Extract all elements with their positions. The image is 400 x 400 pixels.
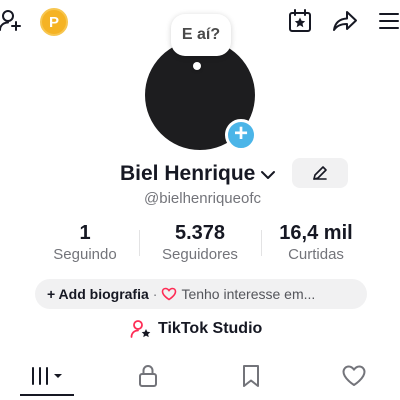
likes-label: Curtidas: [288, 246, 344, 263]
bookmark-icon: [243, 365, 259, 387]
bio-pill[interactable]: + Add biografia · Tenho interesse em...: [35, 279, 367, 309]
coin-label: P: [48, 13, 59, 31]
coin-icon[interactable]: P: [40, 8, 68, 36]
tiktok-studio-link[interactable]: TikTok Studio: [130, 318, 262, 340]
heart-outline-icon: [162, 287, 177, 301]
active-tab-indicator: [20, 394, 74, 396]
share-icon[interactable]: [330, 6, 360, 36]
tab-private[interactable]: [126, 362, 170, 390]
note-text: E aí?: [181, 26, 221, 43]
chevron-down-icon[interactable]: [258, 166, 278, 184]
add-bio-label[interactable]: + Add biografia: [47, 286, 149, 302]
add-friend-icon[interactable]: [0, 6, 26, 36]
videos-grid-icon: [32, 367, 62, 385]
studio-label: TikTok Studio: [158, 320, 263, 337]
tab-liked[interactable]: [332, 362, 376, 390]
plus-icon: +: [233, 120, 248, 147]
likes-count: 16,4 mil: [279, 222, 353, 244]
menu-icon[interactable]: [374, 6, 400, 36]
stat-divider: [261, 230, 262, 256]
pencil-icon: [313, 166, 327, 180]
interest-label[interactable]: Tenho interesse em...: [181, 286, 315, 302]
heart-icon: [342, 365, 366, 386]
profile-handle: @bielhenriqueofc: [144, 190, 261, 207]
bio-separator: ·: [152, 286, 158, 302]
following-label: Seguindo: [53, 246, 117, 263]
profile-name[interactable]: Biel Henrique: [120, 162, 255, 186]
add-avatar-button[interactable]: +: [225, 119, 257, 151]
stat-divider: [139, 230, 140, 256]
calendar-star-icon[interactable]: [285, 6, 315, 36]
note-bubble-tail: [193, 62, 201, 70]
studio-icon: [130, 320, 151, 338]
following-stat[interactable]: 1 Seguindo: [40, 222, 130, 263]
tab-videos[interactable]: [25, 362, 69, 390]
edit-profile-button[interactable]: [292, 158, 348, 188]
following-count: 1: [79, 222, 91, 244]
followers-count: 5.378: [174, 222, 226, 244]
lock-icon: [139, 365, 157, 387]
followers-label: Seguidores: [162, 246, 238, 263]
followers-stat[interactable]: 5.378 Seguidores: [148, 222, 252, 263]
likes-stat[interactable]: 16,4 mil Curtidas: [266, 222, 366, 263]
note-bubble[interactable]: E aí?: [171, 14, 231, 56]
tab-saved[interactable]: [229, 362, 273, 390]
